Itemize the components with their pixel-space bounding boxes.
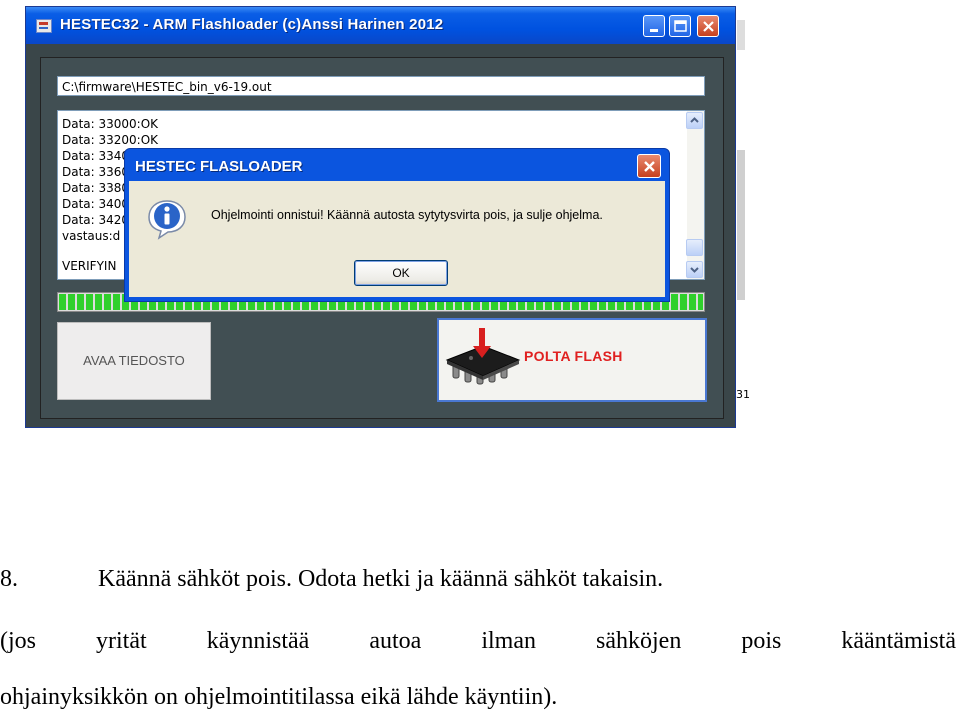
scroll-down-button[interactable] [686, 261, 703, 278]
note-line-2: ohjainyksikkön on ohjelmointitilassa eik… [0, 684, 558, 710]
open-file-button[interactable]: AVAA TIEDOSTO [57, 322, 211, 400]
firmware-path-field[interactable]: C:\firmware\HESTEC_bin_v6-19.out [57, 76, 705, 96]
dialog-body: Ohjelmointi onnistui! Käännä autosta syt… [129, 181, 665, 297]
scroll-up-button[interactable] [686, 112, 703, 129]
window-titlebar[interactable]: HESTEC32 - ARM Flashloader (c)Anssi Hari… [26, 7, 735, 44]
log-line: VERIFYIN [62, 259, 117, 273]
burn-flash-label: POLTA FLASH [524, 348, 623, 364]
close-icon [644, 161, 655, 172]
dialog-message: Ohjelmointi onnistui! Käännä autosta syt… [211, 208, 603, 222]
log-line: Data: 3380 [62, 181, 130, 195]
scroll-thumb[interactable] [686, 239, 703, 256]
minimize-icon [650, 29, 658, 32]
burn-flash-button[interactable]: POLTA FLASH [437, 318, 707, 402]
log-line: vastaus:d [62, 229, 121, 243]
info-icon [148, 200, 186, 240]
ok-button[interactable]: OK [354, 260, 448, 286]
note-line-1: (jos yrität käynnistää autoa ilman sähkö… [0, 628, 956, 654]
app-icon [36, 19, 52, 33]
window-title: HESTEC32 - ARM Flashloader (c)Anssi Hari… [60, 16, 444, 33]
log-line: Data: 3360 [62, 165, 130, 179]
maximize-button[interactable] [669, 15, 691, 37]
maximize-icon [674, 20, 687, 32]
step-number: 8. [0, 566, 18, 592]
chevron-up-icon [690, 117, 699, 123]
background-window-edge [737, 20, 745, 50]
chevron-down-icon [690, 267, 699, 273]
dialog-title: HESTEC FLASLOADER [135, 158, 303, 175]
dialog-close-button[interactable] [637, 154, 661, 178]
close-icon [703, 21, 714, 32]
background-text-fragment: 31 [736, 388, 750, 401]
log-line: Data: 3400 [62, 197, 130, 211]
step-text: Käännä sähköt pois. Odota hetki ja käänn… [98, 566, 664, 592]
log-scrollbar[interactable] [686, 111, 704, 279]
log-line: Data: 3420 [62, 213, 130, 227]
log-line: Data: 33000:OK [62, 117, 159, 131]
success-dialog: HESTEC FLASLOADER Ohjelmointi onnistui! … [124, 148, 670, 302]
window-close-button[interactable] [697, 15, 719, 37]
minimize-button[interactable] [643, 15, 665, 37]
log-line: Data: 33200:OK [62, 133, 159, 147]
log-line: Data: 3340 [62, 149, 130, 163]
background-window-edge [737, 150, 745, 300]
chip-flash-icon [445, 328, 521, 385]
